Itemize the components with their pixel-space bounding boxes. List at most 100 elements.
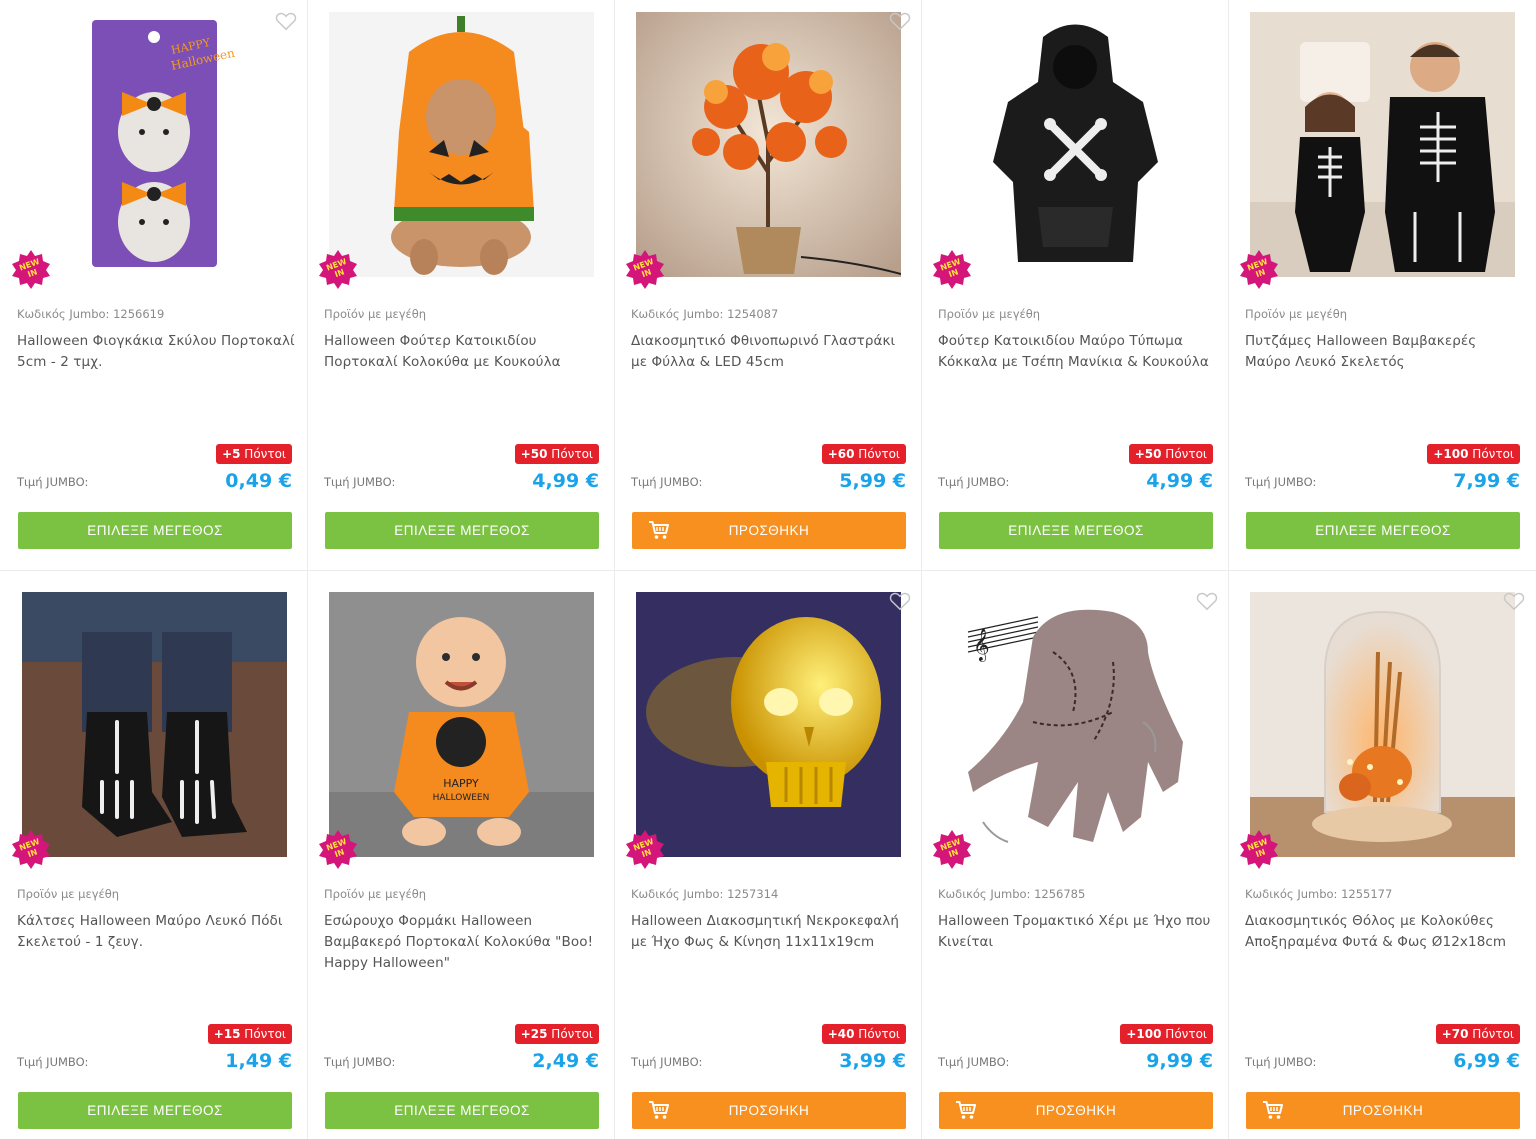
product-image[interactable]: HAPPY Halloween	[22, 12, 287, 277]
button-label: ΠΡΟΣΘΗΚΗ	[728, 523, 810, 538]
new-in-badge-icon: NEW IN	[932, 249, 972, 289]
svg-text:HALLOWEEN: HALLOWEEN	[433, 793, 490, 803]
product-card-moving-hand[interactable]: 𝄞 NEW IN Κωδικός Jumbo: 1256785 Halloween…	[921, 580, 1228, 1139]
product-code: Προϊόν με μεγέθη	[1245, 307, 1348, 321]
product-card-skeleton-pajamas[interactable]: NEW IN Προϊόν με μεγέθη Πυτζάμες Hallowee…	[1228, 0, 1535, 570]
product-price: 4,99 €	[532, 470, 599, 492]
product-title[interactable]: Διακοσμητικός Θόλος με Κολοκύθες Αποξηρα…	[1245, 911, 1523, 953]
product-code: Κωδικός Jumbo: 1257314	[631, 887, 779, 901]
row-divider	[0, 570, 1536, 571]
new-in-badge-icon: NEW IN	[11, 829, 51, 869]
price-label: Τιμή JUMBO:	[324, 475, 396, 489]
product-code: Προϊόν με μεγέθη	[324, 887, 427, 901]
product-title[interactable]: Φούτερ Κατοικιδίου Μαύρο Τύπωμα Κόκκαλα …	[938, 331, 1216, 373]
product-card-autumn-led-tree[interactable]: NEW IN Κωδικός Jumbo: 1254087 Διακοσμητικ…	[614, 0, 921, 570]
product-price: 4,99 €	[1146, 470, 1213, 492]
product-price: 1,49 €	[225, 1050, 292, 1072]
shopping-cart-icon	[1262, 1100, 1284, 1120]
product-code: Προϊόν με μεγέθη	[938, 307, 1041, 321]
product-image[interactable]	[636, 12, 901, 277]
product-card-glass-dome-pumpkins[interactable]: NEW IN Κωδικός Jumbo: 1255177 Διακοσμητικ…	[1228, 580, 1535, 1139]
product-title[interactable]: Halloween Τρομακτικό Χέρι με Ήχο που Κιν…	[938, 911, 1216, 953]
select-size-button[interactable]: ΕΠΙΛΕΞΕ ΜΕΓΕΘΟΣ	[325, 512, 599, 549]
price-label: Τιμή JUMBO:	[1245, 1055, 1317, 1069]
product-title[interactable]: Halloween Διακοσμητική Νεκροκεφαλή με Ήχ…	[631, 911, 909, 953]
product-image[interactable]	[943, 12, 1208, 277]
product-price: 6,99 €	[1453, 1050, 1520, 1072]
svg-text:𝄞: 𝄞	[973, 628, 990, 662]
loyalty-points-badge: +100 Πόντοι	[1120, 1024, 1213, 1044]
loyalty-points-badge: +50 Πόντοι	[514, 444, 599, 464]
price-label: Τιμή JUMBO:	[324, 1055, 396, 1069]
wishlist-heart-icon[interactable]	[889, 11, 911, 31]
price-label: Τιμή JUMBO:	[631, 475, 703, 489]
product-card-baby-pumpkin-bodysuit[interactable]: HAPPY HALLOWEEN NEW IN Προϊόν με μεγέθη Εσ…	[307, 580, 614, 1139]
button-label: ΠΡΟΣΘΗΚΗ	[1342, 1103, 1424, 1118]
product-title[interactable]: Διακοσμητικό Φθινοπωρινό Γλαστράκι με Φύ…	[631, 331, 909, 373]
add-to-cart-button[interactable]: ΠΡΟΣΘΗΚΗ	[632, 1092, 906, 1129]
add-to-cart-button[interactable]: ΠΡΟΣΘΗΚΗ	[632, 512, 906, 549]
new-in-badge-icon: NEW IN	[932, 829, 972, 869]
button-label: ΠΡΟΣΘΗΚΗ	[728, 1103, 810, 1118]
add-to-cart-button[interactable]: ΠΡΟΣΘΗΚΗ	[1246, 1092, 1520, 1129]
select-size-button[interactable]: ΕΠΙΛΕΞΕ ΜΕΓΕΘΟΣ	[1246, 512, 1520, 549]
product-image[interactable]	[1250, 12, 1515, 277]
product-card-dog-pumpkin-hoodie[interactable]: NEW IN Προϊόν με μεγέθη Halloween Φούτερ …	[307, 0, 614, 570]
loyalty-points-badge: +50 Πόντοι	[1128, 444, 1213, 464]
product-title[interactable]: Εσώρουχο Φορμάκι Halloween Βαμβακερό Πορ…	[324, 911, 602, 974]
shopping-cart-icon	[955, 1100, 977, 1120]
product-card-glowing-skull[interactable]: NEW IN Κωδικός Jumbo: 1257314 Halloween Δ…	[614, 580, 921, 1139]
price-label: Τιμή JUMBO:	[1245, 475, 1317, 489]
product-card-black-bone-hoodie[interactable]: NEW IN Προϊόν με μεγέθη Φούτερ Κατοικιδίο…	[921, 0, 1228, 570]
loyalty-points-badge: +70 Πόντοι	[1435, 1024, 1520, 1044]
product-image[interactable]	[636, 592, 901, 857]
product-price: 9,99 €	[1146, 1050, 1213, 1072]
product-image[interactable]	[22, 592, 287, 857]
select-size-button[interactable]: ΕΠΙΛΕΞΕ ΜΕΓΕΘΟΣ	[18, 512, 292, 549]
add-to-cart-button[interactable]: ΠΡΟΣΘΗΚΗ	[939, 1092, 1213, 1129]
product-price: 2,49 €	[532, 1050, 599, 1072]
new-in-badge-icon: NEW IN	[318, 829, 358, 869]
button-label: ΠΡΟΣΘΗΚΗ	[1035, 1103, 1117, 1118]
wishlist-heart-icon[interactable]	[889, 591, 911, 611]
price-label: Τιμή JUMBO:	[17, 475, 89, 489]
shopping-cart-icon	[648, 1100, 670, 1120]
product-code: Κωδικός Jumbo: 1256785	[938, 887, 1086, 901]
product-code: Προϊόν με μεγέθη	[324, 307, 427, 321]
wishlist-heart-icon[interactable]	[275, 11, 297, 31]
product-title[interactable]: Κάλτσες Halloween Μαύρο Λευκό Πόδι Σκελε…	[17, 911, 295, 953]
product-image[interactable]: 𝄞	[943, 592, 1208, 857]
price-label: Τιμή JUMBO:	[17, 1055, 89, 1069]
wishlist-heart-icon[interactable]	[1503, 591, 1525, 611]
loyalty-points-badge: +60 Πόντοι	[821, 444, 906, 464]
product-card-dog-bows-packaging[interactable]: HAPPY Halloween NEW IN Κωδικός Jumbo: 1256…	[0, 0, 307, 570]
loyalty-points-badge: +15 Πόντοι	[207, 1024, 292, 1044]
product-title[interactable]: Πυτζάμες Halloween Βαμβακερές Μαύρο Λευκ…	[1245, 331, 1523, 373]
product-code: Κωδικός Jumbo: 1254087	[631, 307, 779, 321]
select-size-button[interactable]: ΕΠΙΛΕΞΕ ΜΕΓΕΘΟΣ	[325, 1092, 599, 1129]
loyalty-points-badge: +40 Πόντοι	[821, 1024, 906, 1044]
loyalty-points-badge: +25 Πόντοι	[514, 1024, 599, 1044]
new-in-badge-icon: NEW IN	[1239, 829, 1279, 869]
product-card-skeleton-socks[interactable]: NEW IN Προϊόν με μεγέθη Κάλτσες Halloween…	[0, 580, 307, 1139]
price-label: Τιμή JUMBO:	[938, 475, 1010, 489]
wishlist-heart-icon[interactable]	[1196, 591, 1218, 611]
product-code: Κωδικός Jumbo: 1255177	[1245, 887, 1393, 901]
product-title[interactable]: Halloween Φιογκάκια Σκύλου Πορτοκαλί 5cm…	[17, 331, 295, 373]
select-size-button[interactable]: ΕΠΙΛΕΞΕ ΜΕΓΕΘΟΣ	[939, 512, 1213, 549]
product-image[interactable]: HAPPY HALLOWEEN	[329, 592, 594, 857]
price-label: Τιμή JUMBO:	[631, 1055, 703, 1069]
new-in-badge-icon: NEW IN	[11, 249, 51, 289]
product-price: 7,99 €	[1453, 470, 1520, 492]
product-image[interactable]	[1250, 592, 1515, 857]
svg-text:HAPPY: HAPPY	[443, 777, 479, 790]
select-size-button[interactable]: ΕΠΙΛΕΞΕ ΜΕΓΕΘΟΣ	[18, 1092, 292, 1129]
new-in-badge-icon: NEW IN	[625, 829, 665, 869]
price-label: Τιμή JUMBO:	[938, 1055, 1010, 1069]
product-title[interactable]: Halloween Φούτερ Κατοικιδίου Πορτοκαλί Κ…	[324, 331, 602, 373]
new-in-badge-icon: NEW IN	[1239, 249, 1279, 289]
product-image[interactable]	[329, 12, 594, 277]
product-code: Προϊόν με μεγέθη	[17, 887, 120, 901]
new-in-badge-icon: NEW IN	[625, 249, 665, 289]
loyalty-points-badge: +5 Πόντοι	[216, 444, 292, 464]
